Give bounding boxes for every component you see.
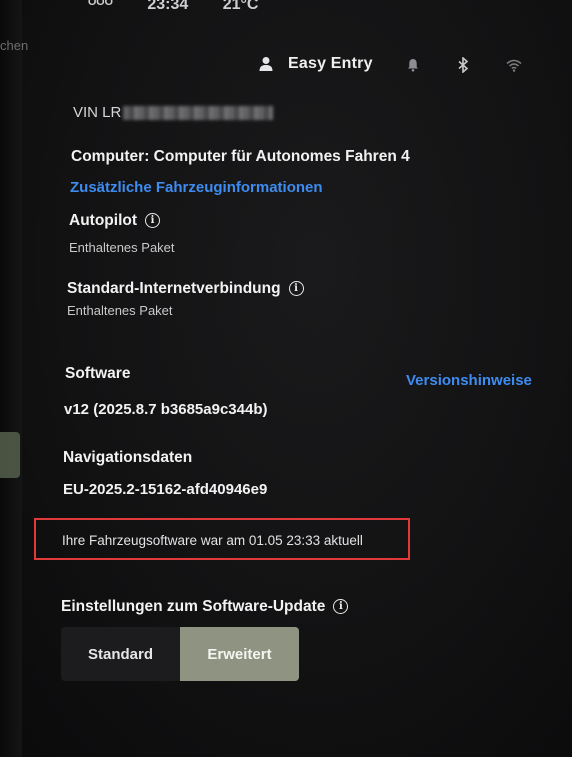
update-channel-toggle[interactable]: Standard Erweitert — [61, 627, 299, 681]
autopilot-heading: Autopilot i — [69, 212, 161, 230]
status-partial: ᴼᴼᴼ — [88, 0, 113, 13]
wifi-icon[interactable] — [506, 59, 522, 72]
driver-profile-label[interactable]: Easy Entry — [288, 55, 373, 73]
navigation-title: Navigationsdaten — [63, 449, 193, 466]
navigation-version: EU-2025.2-15162-afd40946e9 — [63, 481, 268, 498]
update-settings-heading: Einstellungen zum Software-Update i — [61, 598, 349, 616]
top-header: Easy Entry — [258, 48, 538, 80]
autopilot-status: Enthaltenes Paket — [69, 240, 175, 255]
option-erweitert[interactable]: Erweitert — [180, 627, 299, 681]
internet-status: Enthaltenes Paket — [67, 303, 173, 318]
bluetooth-icon[interactable] — [457, 57, 469, 73]
bell-icon[interactable] — [407, 58, 419, 72]
additional-vehicle-info-link[interactable]: Zusätzliche Fahrzeuginformationen — [70, 179, 323, 196]
left-panel-partial-text: chen — [0, 38, 29, 53]
update-status-text: Ihre Fahrzeugsoftware war am 01.05 23:33… — [62, 533, 363, 548]
vin-row: VIN LR — [73, 104, 274, 121]
software-version: v12 (2025.8.7 b3685a9c344b) — [64, 401, 268, 418]
computer-label: Computer: Computer für Autonomes Fahren … — [71, 148, 410, 165]
option-standard[interactable]: Standard — [61, 627, 180, 681]
release-notes-link[interactable]: Versionshinweise — [406, 372, 532, 389]
temperature: 21°C — [222, 0, 259, 13]
user-icon[interactable] — [258, 56, 274, 72]
internet-heading: Standard-Internetverbindung i — [67, 280, 304, 298]
software-title: Software — [65, 365, 131, 382]
internet-title: Standard-Internetverbindung — [67, 280, 281, 297]
left-panel-tab[interactable] — [0, 432, 20, 478]
clock: 23:34 — [147, 0, 189, 13]
update-settings-title: Einstellungen zum Software-Update — [61, 598, 326, 615]
vin-redacted — [123, 105, 274, 120]
info-icon[interactable]: i — [145, 213, 161, 229]
vin-label: VIN LR — [73, 104, 122, 121]
info-icon[interactable]: i — [333, 599, 349, 615]
left-edge — [0, 0, 22, 757]
info-icon[interactable]: i — [288, 281, 304, 297]
autopilot-title: Autopilot — [69, 212, 138, 229]
status-bar: ᴼᴼᴼ 23:34 21°C — [88, 0, 288, 14]
